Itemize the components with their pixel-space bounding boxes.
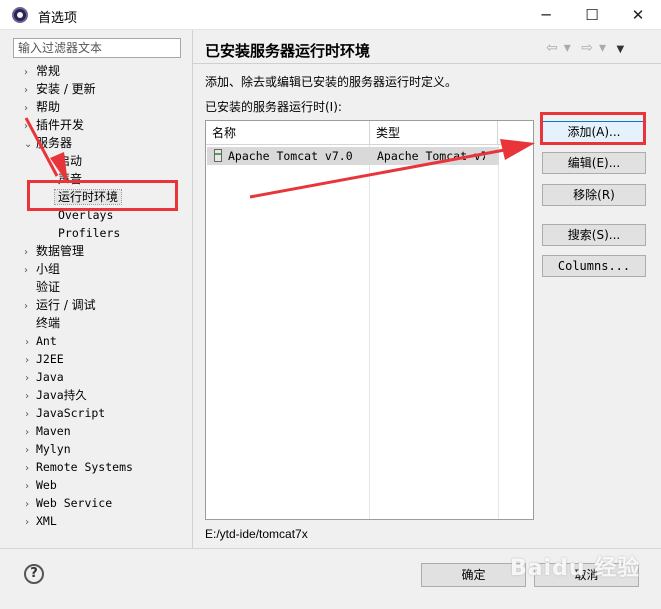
title-bar: 首选项 ─ ☐ ✕ [0, 0, 661, 30]
back-dropdown-icon[interactable]: ▾ [564, 40, 571, 56]
tree-item-plugin-dev[interactable]: › 插件开发 [24, 116, 84, 134]
tree-item-javascript[interactable]: › JavaScript [24, 404, 105, 422]
location-path: E:/ytd-ide/tomcat7x [205, 527, 308, 541]
column-header-type[interactable]: 类型 [370, 121, 498, 145]
chevron-down-icon[interactable]: ⌄ [24, 136, 36, 154]
runtime-table[interactable]: 名称 类型 Apache Tomcat v7.0 Apache Tomcat v… [205, 120, 534, 520]
tree-item-data-management[interactable]: › 数据管理 [24, 242, 84, 260]
eclipse-icon [12, 7, 28, 23]
tree-item-run-debug[interactable]: › 运行 / 调试 [24, 296, 96, 314]
back-arrow-icon[interactable]: ⇦ [546, 40, 558, 56]
tree-item-mylyn[interactable]: › Mylyn [24, 440, 71, 458]
header-divider [193, 63, 661, 64]
pane-divider[interactable] [192, 30, 193, 548]
tree-item-help[interactable]: › 帮助 [24, 98, 60, 116]
tree-item-ant[interactable]: › Ant [24, 332, 57, 350]
tree-item-startup[interactable]: 启动 [58, 152, 82, 170]
filter-input[interactable] [13, 38, 181, 58]
table-row[interactable]: Apache Tomcat v7.0 Apache Tomcat v7.0 [207, 147, 499, 165]
tree-item-profilers[interactable]: Profilers [58, 224, 120, 242]
chevron-right-icon[interactable]: › [24, 514, 36, 532]
search-button[interactable]: 搜索(S)... [542, 224, 646, 246]
tree-item-validation[interactable]: 验证 [24, 278, 60, 296]
close-button[interactable]: ✕ [615, 0, 661, 30]
row-name: Apache Tomcat v7.0 [228, 149, 353, 163]
tree-item-team[interactable]: › 小组 [24, 260, 60, 278]
maximize-button[interactable]: ☐ [569, 0, 615, 30]
column-header-name[interactable]: 名称 [206, 121, 370, 145]
server-icon [214, 149, 222, 162]
view-menu-icon[interactable]: ▼ [616, 44, 624, 55]
tree-item-maven[interactable]: › Maven [24, 422, 71, 440]
tree-item-java-persistence[interactable]: › Java持久 [24, 386, 87, 404]
window-title: 首选项 [38, 11, 78, 26]
forward-dropdown-icon[interactable]: ▾ [599, 40, 606, 56]
highlight-add-button [540, 112, 646, 145]
tree-item-terminal[interactable]: 终端 [24, 314, 60, 332]
tree-item-server[interactable]: ⌄ 服务器 [24, 134, 72, 152]
edit-button[interactable]: 编辑(E)... [542, 152, 646, 174]
remove-button[interactable]: 移除(R) [542, 184, 646, 206]
row-type: Apache Tomcat v7.0 [377, 149, 485, 163]
tree-item-general[interactable]: › 常规 [24, 62, 60, 80]
page-navigation: ⇦ ▾ ⇨ ▾ ▼ [546, 40, 630, 56]
watermark-logo: Baidu 经验 [510, 556, 641, 581]
minimize-button[interactable]: ─ [523, 0, 569, 30]
tree-item-remote-systems[interactable]: › Remote Systems [24, 458, 133, 476]
table-label: 已安装的服务器运行时(I): [205, 100, 342, 114]
page-description: 添加、除去或编辑已安装的服务器运行时定义。 [205, 75, 458, 89]
highlight-runtime-item [27, 180, 178, 211]
tree-item-web[interactable]: › Web [24, 476, 57, 494]
tree-item-xml[interactable]: › XML [24, 512, 57, 530]
tree-item-j2ee[interactable]: › J2EE [24, 350, 64, 368]
tree-item-web-service[interactable]: › Web Service [24, 494, 112, 512]
help-icon[interactable]: ? [24, 564, 44, 584]
tree-item-java[interactable]: › Java [24, 368, 64, 386]
forward-arrow-icon[interactable]: ⇨ [581, 40, 593, 56]
column-header-filler [498, 121, 533, 145]
page-title: 已安装服务器运行时环境 [205, 42, 371, 60]
columns-button[interactable]: Columns... [542, 255, 646, 277]
footer-divider [0, 548, 661, 549]
tree-item-install-update[interactable]: › 安装 / 更新 [24, 80, 96, 98]
